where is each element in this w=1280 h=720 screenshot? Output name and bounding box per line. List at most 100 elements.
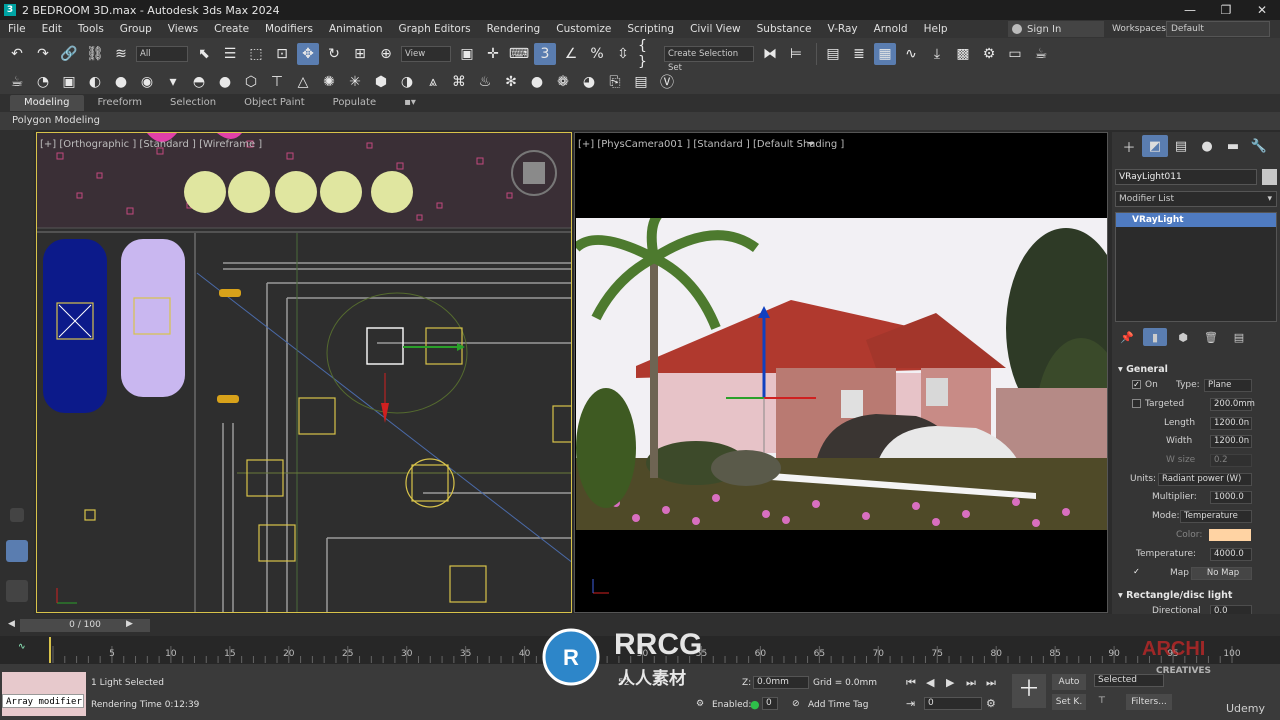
menu-edit[interactable]: Edit <box>34 23 70 35</box>
map-button[interactable]: No Map <box>1191 567 1252 580</box>
wsize-value[interactable]: 0.2 <box>1210 454 1252 467</box>
go-to-start-icon[interactable]: ⏮ <box>906 676 916 690</box>
rectangle-disc-rollout[interactable]: ▾ Rectangle/disc light <box>1118 590 1232 601</box>
object-color-swatch[interactable] <box>1262 169 1277 185</box>
unlink-icon[interactable]: ⛓ <box>84 43 106 65</box>
key-filters-button[interactable]: Filters... <box>1126 694 1172 710</box>
z-coordinate-field[interactable]: 0.0mm <box>753 676 809 689</box>
menu-file[interactable]: File <box>0 23 34 35</box>
curve-editor-icon[interactable]: ∿ <box>900 43 922 65</box>
menu-graph-editors[interactable]: Graph Editors <box>391 23 479 35</box>
vray-lights-icon[interactable]: ● <box>110 71 132 93</box>
make-unique-icon[interactable]: ⬢ <box>1171 328 1195 346</box>
layout-two-viewports-icon[interactable] <box>6 540 28 562</box>
link-icon[interactable]: 🔗 <box>58 43 80 65</box>
add-time-tag[interactable]: Add Time Tag <box>808 700 868 710</box>
sign-in-button[interactable]: Sign In <box>1008 21 1104 37</box>
ref-coord-select[interactable]: View <box>401 46 451 62</box>
targeted-value[interactable]: 200.0mm <box>1210 398 1255 411</box>
menu-create[interactable]: Create <box>206 23 257 35</box>
motion-tab-icon[interactable]: ● <box>1194 135 1220 157</box>
vray-decal-icon[interactable]: ✳ <box>344 71 366 93</box>
vray-dome-light-icon[interactable]: ◓ <box>188 71 210 93</box>
vray-logo-icon[interactable]: Ⓥ <box>656 71 678 93</box>
mode-select[interactable]: Temperature <box>1180 510 1252 523</box>
play-icon[interactable]: ▶ <box>946 676 954 689</box>
length-value[interactable]: 1200.0n <box>1210 417 1252 430</box>
menu-vray[interactable]: V-Ray <box>820 23 866 35</box>
vray-ies-light-icon[interactable]: ⬡ <box>240 71 262 93</box>
vray-material-library-icon[interactable]: ❁ <box>552 71 574 93</box>
vray-proxy-icon[interactable]: ⬢ <box>370 71 392 93</box>
pivot-center-icon[interactable]: ▣ <box>456 43 478 65</box>
menu-civil-view[interactable]: Civil View <box>682 23 749 35</box>
slider-next-icon[interactable]: ▶ <box>126 619 133 629</box>
directional-value[interactable]: 0.0 <box>1210 605 1252 614</box>
bind-space-warp-icon[interactable]: ≋ <box>110 43 132 65</box>
named-selection-set[interactable]: Create Selection Set <box>664 46 754 73</box>
vray-ipr-icon[interactable]: ◔ <box>32 71 54 93</box>
vray-sun-icon[interactable]: △ <box>292 71 314 93</box>
vray-sphere-material-icon[interactable]: ● <box>526 71 548 93</box>
pin-stack-icon[interactable]: 📌 <box>1115 328 1139 346</box>
enabled-field[interactable]: 0 <box>762 697 778 710</box>
menu-customize[interactable]: Customize <box>548 23 619 35</box>
viewport-filter-icon[interactable]: ⏷ <box>807 139 815 150</box>
vray-lister-icon[interactable]: ◐ <box>84 71 106 93</box>
expand-arrow-icon[interactable] <box>10 508 24 522</box>
scene-explorer-icon[interactable]: ▤ <box>822 43 844 65</box>
color-swatch[interactable] <box>1209 529 1251 541</box>
display-tab-icon[interactable]: ▬ <box>1220 135 1246 157</box>
spinner-snap-icon[interactable]: ⇳ <box>612 43 634 65</box>
utilities-tab-icon[interactable]: 🔧 <box>1246 135 1272 157</box>
vray-fire-icon[interactable]: ♨ <box>474 71 496 93</box>
configure-sets-icon[interactable]: ▤ <box>1227 328 1251 346</box>
close-button[interactable]: ✕ <box>1244 0 1280 20</box>
menu-views[interactable]: Views <box>160 23 206 35</box>
selection-filter-select[interactable]: All <box>136 46 188 62</box>
current-frame-field[interactable]: 0 <box>924 697 982 710</box>
set-key-icon[interactable]: ＋ <box>1012 674 1046 708</box>
on-checkbox[interactable]: ✓ <box>1132 380 1141 389</box>
object-name-field[interactable]: VRayLight011 <box>1115 169 1257 185</box>
time-tag-icon[interactable]: ⊘ <box>792 699 800 709</box>
map-checkbox[interactable]: ✓ <box>1132 568 1141 577</box>
vray-mesh-export-icon[interactable]: ✻ <box>500 71 522 93</box>
select-object-icon[interactable]: ⬉ <box>193 43 215 65</box>
mirror-icon[interactable]: ⧓ <box>759 43 781 65</box>
undo-icon[interactable]: ↶ <box>6 43 28 65</box>
hierarchy-tab-icon[interactable]: ▤ <box>1168 135 1194 157</box>
menu-substance[interactable]: Substance <box>749 23 820 35</box>
curve-editor-mini-icon[interactable]: ∿ <box>18 642 26 652</box>
modifier-stack-item[interactable]: VRayLight <box>1116 213 1276 227</box>
percent-snap-icon[interactable]: % <box>586 43 608 65</box>
layout-four-viewports-icon[interactable] <box>6 580 28 602</box>
next-frame-icon[interactable]: ⏭ <box>966 676 976 690</box>
move-icon[interactable]: ✥ <box>297 43 319 65</box>
menu-scripting[interactable]: Scripting <box>619 23 682 35</box>
auto-key-button[interactable]: Auto <box>1052 674 1086 690</box>
ribbon-toggle-icon[interactable]: ▦ <box>874 43 896 65</box>
targeted-checkbox[interactable] <box>1132 399 1141 408</box>
menu-group[interactable]: Group <box>112 23 160 35</box>
select-manipulate-icon[interactable]: ✛ <box>482 43 504 65</box>
menu-help[interactable]: Help <box>916 23 956 35</box>
tab-freeform[interactable]: Freeform <box>84 95 157 111</box>
rect-select-region-icon[interactable]: ⬚ <box>245 43 267 65</box>
create-tab-icon[interactable]: ＋ <box>1116 135 1142 157</box>
vray-material-converter-icon[interactable]: ⎘ <box>604 71 626 93</box>
render-production-icon[interactable]: ☕ <box>1030 43 1052 65</box>
vray-settings-icon[interactable]: ▤ <box>630 71 652 93</box>
menu-animation[interactable]: Animation <box>321 23 391 35</box>
time-configuration-icon[interactable]: ⚙ <box>986 697 996 710</box>
tab-modeling[interactable]: Modeling <box>10 95 84 111</box>
previous-frame-icon[interactable]: ◀ <box>926 676 934 689</box>
key-mode-toggle-icon[interactable]: ⊤ <box>1098 696 1106 706</box>
vray-sphere-light-icon[interactable]: ● <box>214 71 236 93</box>
vray-plane-icon[interactable]: ⌘ <box>448 71 470 93</box>
vray-sky-icon[interactable]: ✺ <box>318 71 340 93</box>
align-icon[interactable]: ⊨ <box>785 43 807 65</box>
edit-named-selection-icon[interactable]: { } <box>638 38 660 70</box>
menu-modifiers[interactable]: Modifiers <box>257 23 321 35</box>
multiplier-value[interactable]: 1000.0 <box>1210 491 1252 504</box>
